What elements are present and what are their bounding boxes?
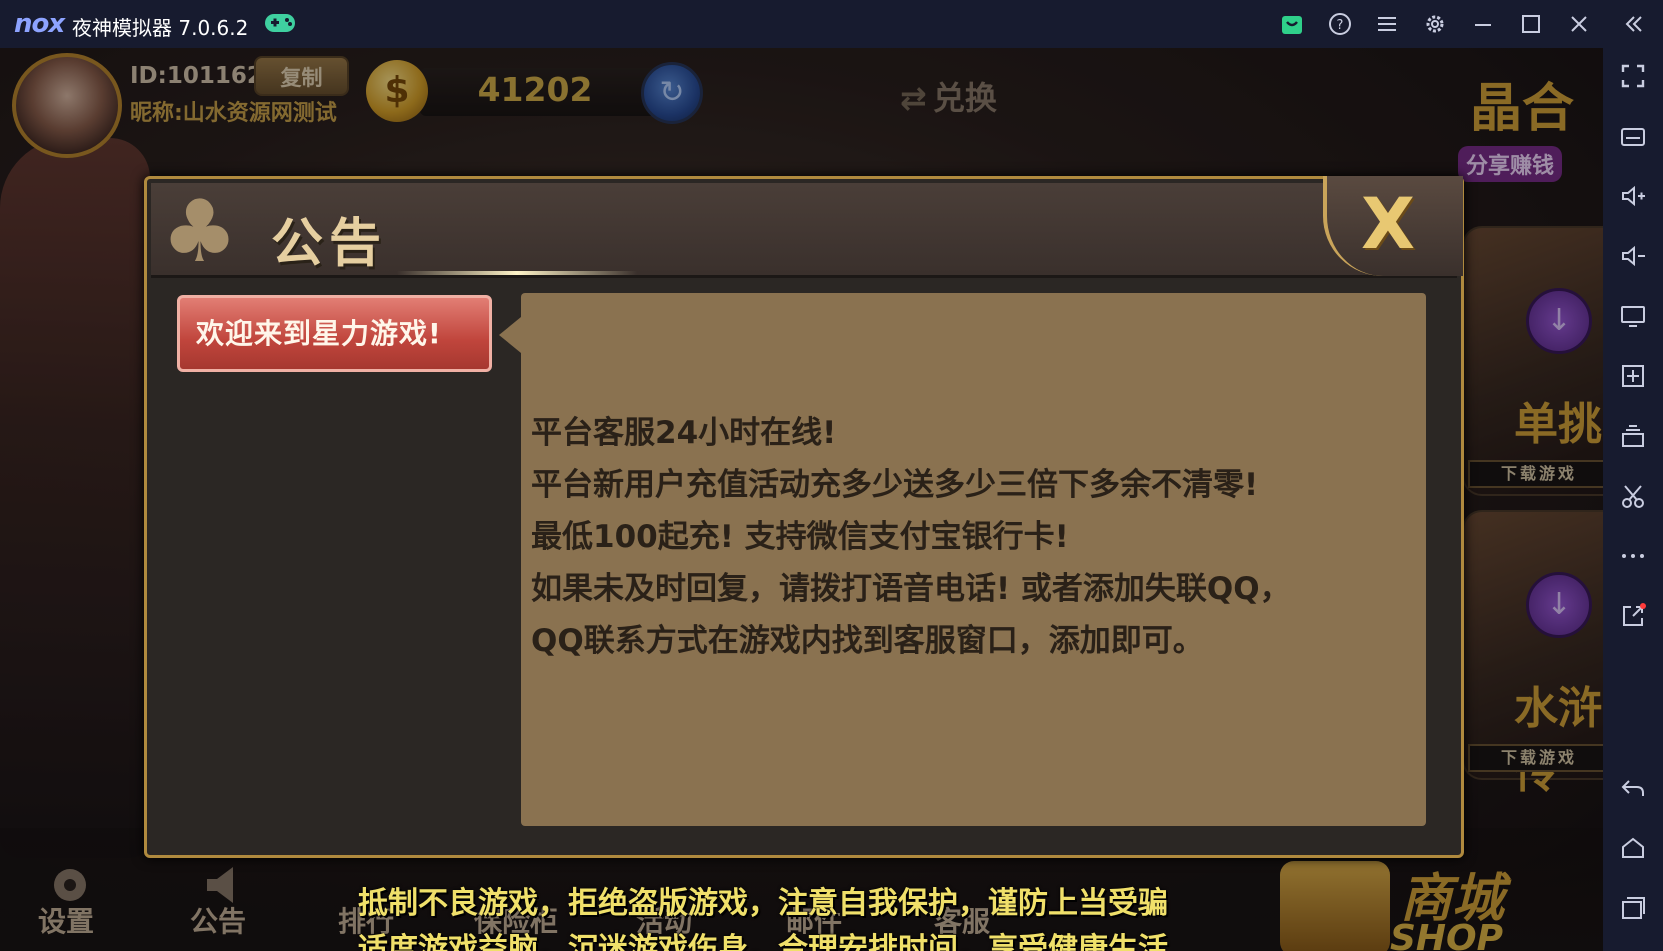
- fullscreen-icon[interactable]: [1617, 60, 1649, 92]
- multi-instance-icon[interactable]: [1617, 420, 1649, 452]
- club-icon: ♣: [161, 182, 239, 282]
- notice-tab-welcome[interactable]: 欢迎来到星力游戏!: [177, 295, 492, 372]
- notice-line: 如果未及时回复，请拨打语音电话! 或者添加失联QQ，: [531, 571, 1291, 607]
- notice-line: 平台新用户充值活动充多少送多少三倍下多余不清零!: [531, 467, 1259, 503]
- marquee-line: 抵制不良游戏，拒绝盗版游戏，注意自我保护，谨防上当受骗: [358, 886, 1168, 921]
- marquee-line: 适度游戏益脑，沉迷游戏伤身，合理安排时间，享受健康生活: [358, 932, 1168, 951]
- game-screen: ID:101162 复制 昵称:山水资源网测试 $ 41202 ↻ ⇄ 兑换 晶合…: [0, 48, 1603, 951]
- back-icon[interactable]: [1617, 772, 1649, 804]
- settings-icon[interactable]: [1421, 10, 1449, 38]
- help-icon[interactable]: ?: [1326, 10, 1354, 38]
- close-icon[interactable]: X: [1361, 183, 1415, 265]
- dialog-header: ♣ 公告: [151, 183, 1457, 278]
- screen-icon[interactable]: [1617, 300, 1649, 332]
- volume-up-icon[interactable]: [1617, 180, 1649, 212]
- tab-pointer: [499, 317, 521, 353]
- gamepad-icon[interactable]: [263, 10, 297, 36]
- close-icon[interactable]: [1565, 10, 1593, 38]
- app-title: 夜神模拟器 7.0.6.2: [72, 16, 249, 40]
- notice-line: 最低100起充! 支持微信支付宝银行卡!: [531, 519, 1069, 555]
- maximize-icon[interactable]: [1517, 10, 1545, 38]
- open-external-icon[interactable]: [1617, 600, 1649, 632]
- menu-icon[interactable]: [1373, 10, 1401, 38]
- store-icon[interactable]: [1278, 10, 1306, 38]
- emulator-sidebar: [1603, 48, 1663, 951]
- minimize-icon[interactable]: [1469, 10, 1497, 38]
- more-icon[interactable]: [1617, 540, 1649, 572]
- health-marquee: 抵制不良游戏，拒绝盗版游戏，注意自我保护，谨防上当受骗 适度游戏益脑，沉迷游戏伤…: [358, 881, 1258, 951]
- collapse-sidebar-icon[interactable]: [1619, 10, 1647, 38]
- dialog-title: 公告: [271, 214, 388, 274]
- screenshot-icon[interactable]: [1617, 480, 1649, 512]
- add-apk-icon[interactable]: [1617, 360, 1649, 392]
- notice-content-panel: 平台客服24小时在线! 平台新用户充值活动充多少送多少三倍下多余不清零! 最低1…: [521, 293, 1426, 826]
- announcement-dialog: ♣ 公告 X 欢迎来到星力游戏! 平台客服24小时在线! 平台新用户充值活动充多…: [144, 176, 1464, 858]
- notice-text: 平台客服24小时在线! 平台新用户充值活动充多少送多少三倍下多余不清零! 最低1…: [531, 407, 1421, 667]
- volume-down-icon[interactable]: [1617, 240, 1649, 272]
- keyboard-icon[interactable]: [1617, 120, 1649, 152]
- header-glow: [397, 271, 637, 275]
- notice-line: 平台客服24小时在线!: [531, 415, 837, 451]
- emulator-titlebar: nox 夜神模拟器 7.0.6.2 ?: [0, 0, 1663, 48]
- svg-text:?: ?: [1337, 18, 1344, 33]
- nox-logo: nox: [14, 9, 65, 39]
- notice-line: QQ联系方式在游戏内找到客服窗口，添加即可。: [531, 623, 1204, 659]
- home-icon[interactable]: [1617, 832, 1649, 864]
- recent-apps-icon[interactable]: [1617, 892, 1649, 924]
